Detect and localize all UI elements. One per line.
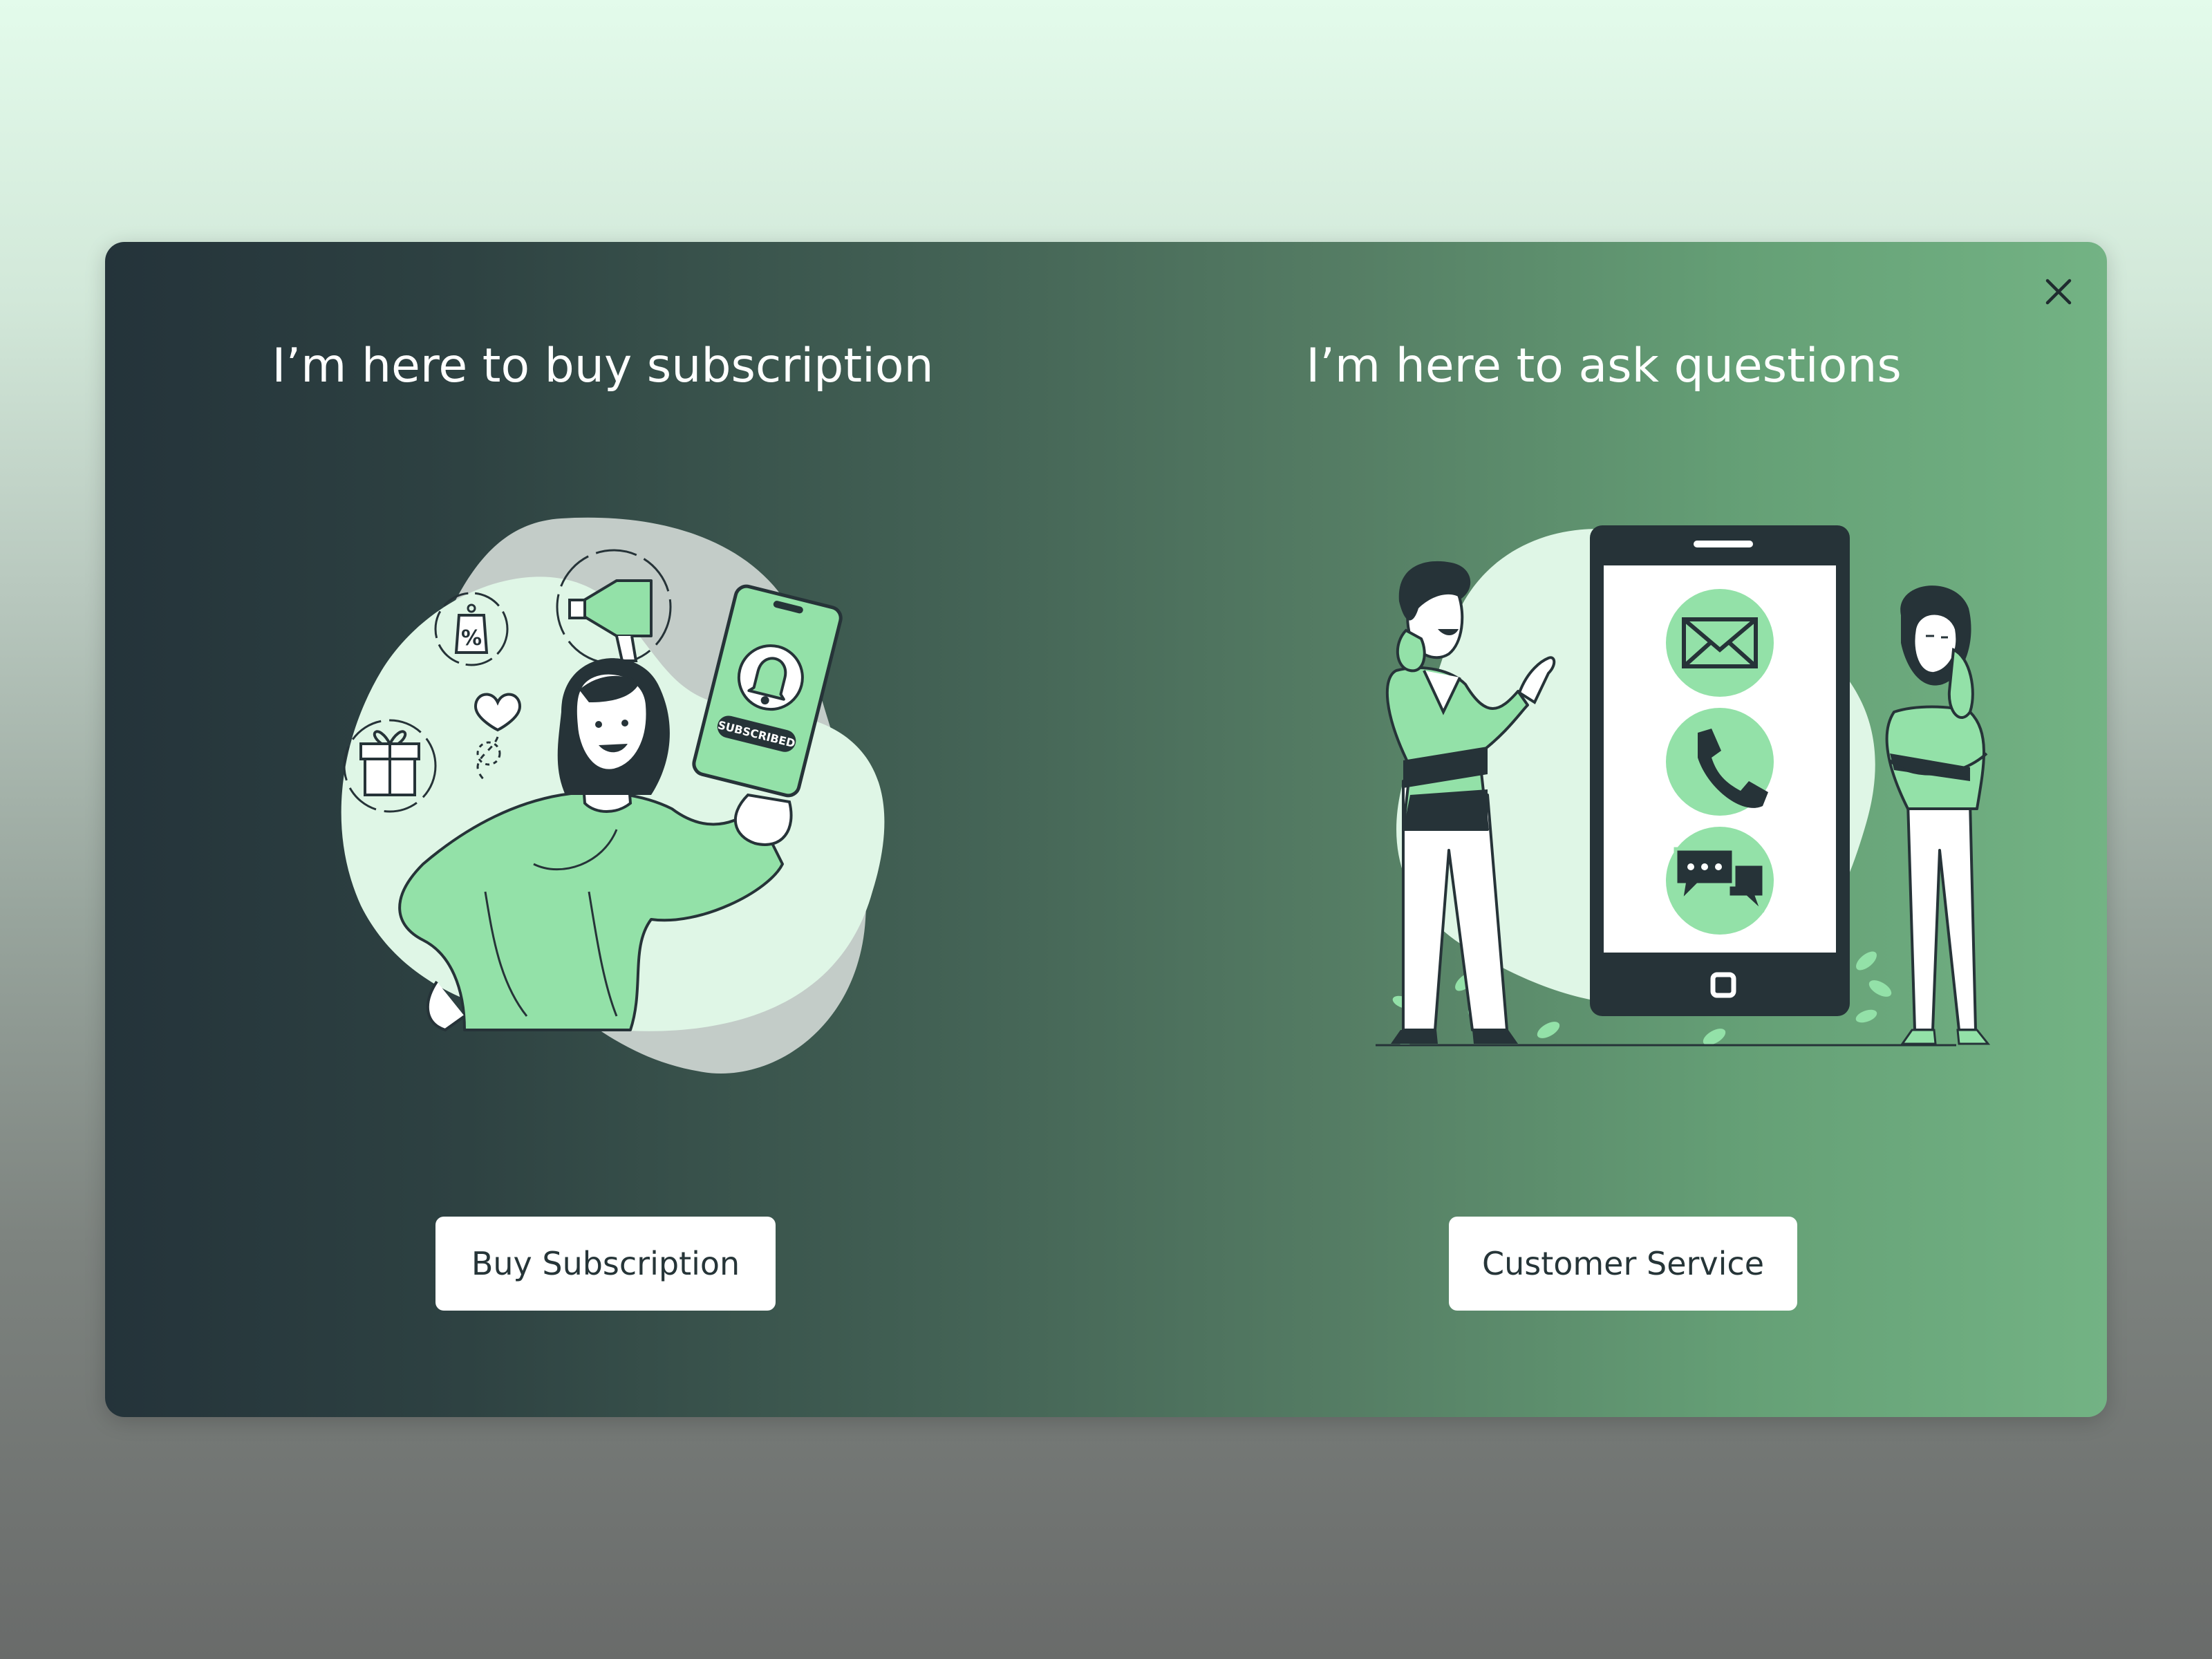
percent-symbol: % xyxy=(461,626,482,650)
subscription-illustration: % SUBSCRIBED xyxy=(341,517,885,1074)
choice-modal: I’m here to buy subscription % SUBSCRIBE… xyxy=(105,242,2107,1417)
customer-service-button[interactable]: Customer Service xyxy=(1449,1217,1797,1311)
customer-service-illustration xyxy=(1376,525,1991,1047)
phone-call-icon xyxy=(1666,708,1774,816)
buy-subscription-button[interactable]: Buy Subscription xyxy=(435,1217,776,1311)
questions-heading: I’m here to ask questions xyxy=(1306,339,1902,393)
questions-option: I’m here to ask questions Customer Servi… xyxy=(1175,242,2032,1417)
close-icon xyxy=(2045,279,2072,305)
close-button[interactable] xyxy=(2039,272,2078,311)
woman-caller-figure xyxy=(1885,585,1991,1045)
subscription-option: I’m here to buy subscription % SUBSCRIBE… xyxy=(174,242,1031,1417)
chat-icon xyxy=(1666,827,1774,935)
mail-icon xyxy=(1666,589,1774,697)
subscription-heading: I’m here to buy subscription xyxy=(272,339,934,393)
